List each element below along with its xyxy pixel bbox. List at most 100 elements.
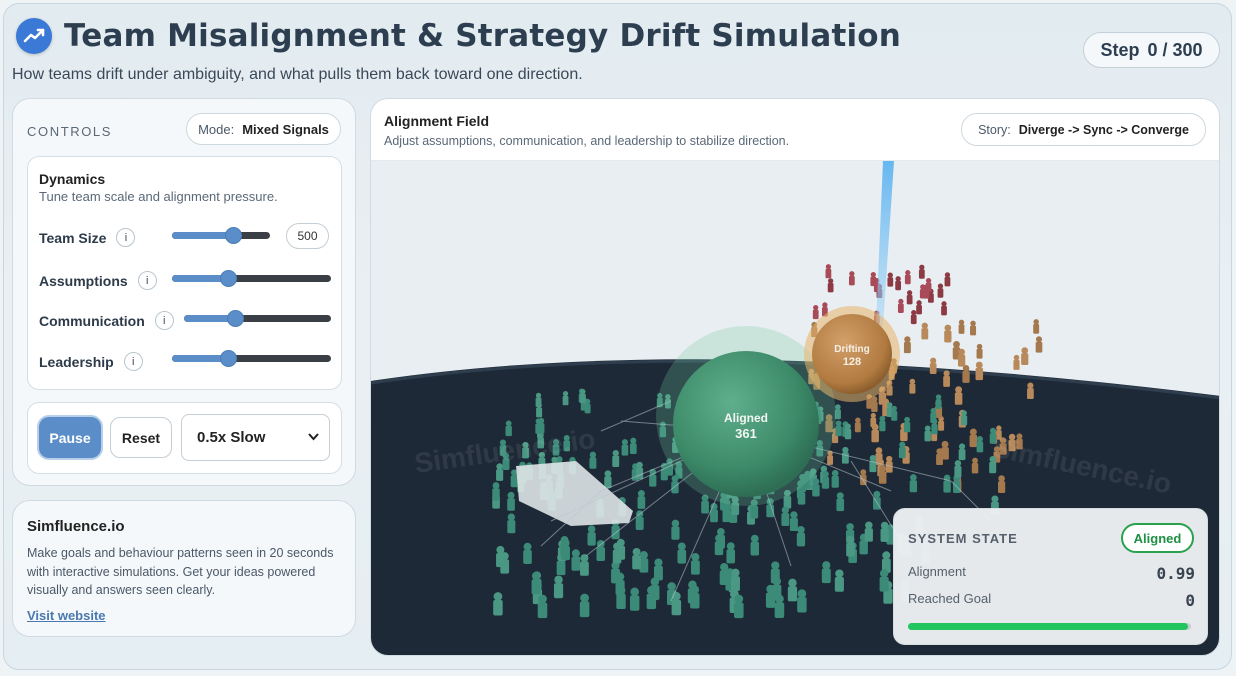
aligned-agent xyxy=(734,594,744,619)
drifting-agent xyxy=(929,357,937,375)
drifting-agent xyxy=(870,412,877,428)
aligned-agent xyxy=(493,592,503,616)
page-subtitle: How teams drift under ambiguity, and wha… xyxy=(12,66,583,83)
speed-select[interactable]: 0.5x Slow xyxy=(181,414,330,461)
aligned-agent xyxy=(560,535,569,557)
drifting-agent xyxy=(962,364,970,383)
aligned-sphere-label: Aligned xyxy=(724,411,768,425)
system-state-label: SYSTEM STATE xyxy=(908,531,1018,546)
aligned-agent xyxy=(587,525,596,546)
aligned-agent xyxy=(774,594,785,619)
aligned-agent xyxy=(846,535,855,557)
info-icon[interactable]: i xyxy=(154,311,174,330)
aligned-agent xyxy=(943,474,951,493)
aligned-agent xyxy=(653,558,663,581)
drifting-agent xyxy=(871,396,878,412)
slider-thumb[interactable] xyxy=(219,270,237,287)
aligned-agent xyxy=(935,394,942,409)
slider-thumb[interactable] xyxy=(219,350,237,367)
drifting-agent xyxy=(909,378,916,394)
dynamics-section: Dynamics Tune team scale and alignment p… xyxy=(27,156,342,390)
drifting-agent xyxy=(903,336,911,354)
aligned-agent xyxy=(864,521,873,542)
alignment-progress-fill xyxy=(908,623,1189,630)
leadership-label: Leadership xyxy=(39,353,114,370)
aligned-agent xyxy=(616,585,626,610)
aligned-agent xyxy=(691,553,700,575)
drifting-agent xyxy=(885,455,893,473)
aligned-agent xyxy=(629,437,637,455)
aligned-agent xyxy=(612,450,620,467)
alignment-label: Alignment xyxy=(908,564,966,579)
drifting-agent xyxy=(958,319,965,334)
aligned-agent xyxy=(879,415,886,432)
aligned-agent xyxy=(844,423,852,440)
aligned-agent xyxy=(781,506,790,526)
mode-value: Mixed Signals xyxy=(242,121,329,137)
team-size-slider[interactable] xyxy=(172,227,270,244)
aligned-agent xyxy=(710,502,718,523)
promo-title: Simfluence.io xyxy=(27,518,125,535)
communication-label: Communication xyxy=(39,312,145,329)
aligned-agent xyxy=(507,491,515,511)
communication-slider[interactable] xyxy=(184,310,331,327)
drifting-agent xyxy=(1021,347,1029,365)
leadership-label-row: Leadership i xyxy=(39,352,143,371)
drifting-agent xyxy=(854,417,861,433)
outlier-agent xyxy=(944,272,951,287)
aligned-agent xyxy=(604,470,612,489)
assumptions-slider[interactable] xyxy=(172,270,331,287)
slider-thumb[interactable] xyxy=(224,227,242,244)
aligned-agent xyxy=(821,470,830,489)
aligned-agent xyxy=(580,554,589,576)
aligned-agent xyxy=(531,571,541,595)
outlier-agent xyxy=(923,284,930,299)
aligned-agent xyxy=(765,584,776,608)
playback-controls: Pause Reset 0.5x Slow xyxy=(27,402,342,474)
aligned-agent xyxy=(646,585,657,610)
step-value: 0 / 300 xyxy=(1147,39,1203,60)
aligned-agent xyxy=(789,511,798,532)
aligned-agent xyxy=(714,534,724,556)
aligned-agent xyxy=(909,474,918,493)
visit-website-link[interactable]: Visit website xyxy=(27,608,106,623)
info-icon[interactable]: i xyxy=(123,352,143,371)
team-size-input[interactable]: 500 xyxy=(286,223,329,249)
aligned-agent xyxy=(537,594,548,619)
communication-label-row: Communication i xyxy=(39,311,174,330)
aligned-agent xyxy=(621,439,629,456)
drifting-agent xyxy=(1035,336,1043,353)
mode-key: Mode: xyxy=(198,121,235,137)
team-size-label-row: Team Size i xyxy=(39,228,136,247)
outlier-agent xyxy=(895,276,902,291)
info-icon[interactable]: i xyxy=(137,271,157,290)
alignment-value: 0.99 xyxy=(1156,564,1195,583)
slider-thumb[interactable] xyxy=(227,310,245,327)
drifting-agent xyxy=(970,320,977,336)
aligned-agent xyxy=(831,469,839,488)
leadership-slider[interactable] xyxy=(172,350,331,367)
aligned-agent xyxy=(677,542,687,564)
outlier-agent xyxy=(848,271,855,286)
system-state-panel: SYSTEM STATE Aligned Alignment 0.99 Reac… xyxy=(893,508,1208,645)
aligned-agent xyxy=(553,575,564,599)
aligned-agent xyxy=(687,580,698,604)
reached-goal-label: Reached Goal xyxy=(908,591,992,606)
promo-body: Make goals and behaviour patterns seen i… xyxy=(27,546,334,597)
aligned-agent xyxy=(611,561,620,584)
status-badge: Aligned xyxy=(1121,523,1194,553)
mode-selector[interactable]: Mode: Mixed Signals xyxy=(186,113,341,145)
drifting-count: 128 xyxy=(843,356,861,368)
aligned-agent xyxy=(507,513,516,534)
drifting-agent xyxy=(943,370,950,387)
reached-goal-row: Reached Goal 0 xyxy=(908,591,1195,610)
drifting-agent xyxy=(938,416,945,431)
drifting-agent xyxy=(936,448,943,466)
dynamics-title: Dynamics xyxy=(39,171,106,187)
story-pill: Story: Diverge -> Sync -> Converge xyxy=(961,113,1206,146)
info-icon[interactable]: i xyxy=(116,228,136,247)
aligned-agent xyxy=(954,460,962,478)
reset-button[interactable]: Reset xyxy=(110,417,172,458)
aligned-agent xyxy=(616,538,626,560)
pause-button[interactable]: Pause xyxy=(39,417,101,458)
